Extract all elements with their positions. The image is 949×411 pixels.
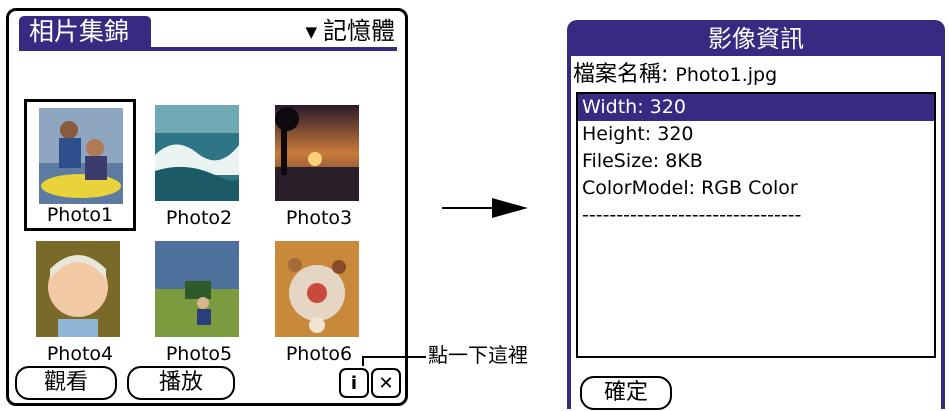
play-button[interactable]: 播放 [127,366,235,400]
photo1-image [39,108,123,204]
thumbnail-photo1[interactable]: Photo1 [24,99,136,231]
image-info-dialog: 影像資訊 檔案名稱: Photo1.jpg Width: 320 Height:… [567,20,945,410]
filename-value: Photo1.jpg [675,64,778,86]
photo4-image [36,241,120,337]
thumbnail-photo5[interactable]: Photo5 [143,235,255,367]
info-list[interactable]: Width: 320 Height: 320 FileSize: 8KB Col… [576,92,936,358]
callout-leader-tick [362,356,364,366]
dialog-title: 影像資訊 [708,25,804,53]
filename-line: 檔案名稱: Photo1.jpg [573,60,777,90]
photo-caption: Photo1 [46,204,114,226]
category-label: 記憶體 [323,17,395,45]
photo5-image [155,241,239,337]
callout-text: 點一下這裡 [428,343,528,367]
info-row-height[interactable]: Height: 320 [578,121,934,148]
ok-button[interactable]: 確定 [580,376,672,410]
photo6-image [275,241,359,337]
category-selector[interactable]: ▼ 記憶體 [305,16,395,46]
thumbnail-photo3[interactable]: Photo3 [263,99,375,231]
title-underline [19,47,397,51]
callout-leader-line [362,356,426,358]
photo-caption: Photo2 [165,207,233,229]
photo-caption: Photo5 [165,343,233,365]
info-icon[interactable]: i [339,368,369,398]
thumbnail-photo2[interactable]: Photo2 [143,99,255,231]
photo-album-screen: 相片集錦 ▼ 記憶體 Photo1 Photo2 Photo3 Photo4 P… [6,8,408,406]
info-row-separator: -------------------------------- [582,204,802,226]
thumbnail-photo6[interactable]: Photo6 [263,235,375,367]
close-icon[interactable]: ✕ [371,368,401,398]
info-row-width[interactable]: Width: 320 [578,94,934,121]
photo3-image [275,105,359,201]
transition-arrow-icon [442,198,528,218]
dialog-body: 檔案名稱: Photo1.jpg Width: 320 Height: 320 … [571,56,941,410]
photo-caption: Photo3 [285,207,353,229]
photo-caption: Photo4 [46,343,114,365]
photo2-image [155,105,239,201]
dropdown-triangle-icon: ▼ [305,23,317,41]
photo-caption: Photo6 [285,343,353,365]
info-row-colormodel[interactable]: ColorModel: RGB Color [578,175,934,202]
filename-label: 檔案名稱: [573,62,669,87]
view-button[interactable]: 觀看 [15,366,117,400]
app-title: 相片集錦 [19,16,152,48]
info-row-filesize[interactable]: FileSize: 8KB [578,148,934,175]
thumbnail-photo4[interactable]: Photo4 [24,235,136,367]
